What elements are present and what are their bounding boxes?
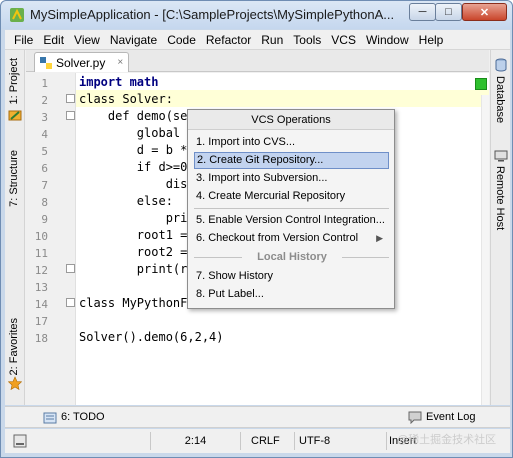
line-number: 1 [41,77,48,90]
popup-item-create-mercurial[interactable]: 4. Create Mercurial Repository [194,188,389,205]
title-bar: MySimpleApplication - [C:\SampleProjects… [1,1,512,29]
event-log-icon [408,411,422,424]
popup-item-checkout-label: 6. Checkout from Version Control [196,232,359,244]
tool-tab-structure[interactable]: 7: Structure [8,150,20,207]
line-number: 7 [41,179,48,192]
popup-separator [194,208,389,209]
file-tab-solver[interactable]: Solver.py × [34,52,129,72]
popup-item-show-history[interactable]: 7. Show History [194,268,389,285]
status-separator [141,432,151,450]
main-area: 1: Project 7: Structure 2: Favorites Sol… [5,50,510,405]
submenu-arrow-icon: ▶ [376,233,383,243]
code-text: import math [79,75,159,89]
popup-item-create-git[interactable]: 2. Create Git Repository... [194,152,389,169]
code-line: class Solver: [79,92,173,106]
code-line: else: [79,194,173,208]
line-number: 12 [34,264,48,277]
line-number: 6 [41,162,48,175]
inspection-ok-marker[interactable] [475,78,487,90]
popup-title: VCS Operations [188,110,394,130]
code-line: d = b * [79,143,188,157]
popup-item-import-cvs[interactable]: 1. Import into CVS... [194,134,389,151]
code-line: disc [79,177,195,191]
code-line: global d [79,126,195,140]
line-number: 11 [34,247,48,260]
menu-edit[interactable]: Edit [38,33,69,47]
remote-host-icon [494,150,508,162]
menu-run[interactable]: Run [256,33,288,47]
popup-item-enable-vcs[interactable]: 5. Enable Version Control Integration... [194,212,389,229]
line-number: 18 [34,332,48,345]
line-number: 2 [41,94,48,107]
app-logo-icon [10,8,24,22]
fold-icon[interactable] [66,111,75,120]
tool-tab-favorites[interactable]: 2: Favorites [8,318,20,375]
line-number: 8 [41,196,48,209]
tool-tab-database[interactable]: Database [494,76,506,123]
star-icon [8,376,22,390]
line-number: 3 [41,111,48,124]
bottom-tool-bar: 6: TODO Event Log [5,406,510,428]
left-tool-strip: 1: Project 7: Structure 2: Favorites [5,50,25,405]
line-number: 17 [34,315,48,328]
menu-window[interactable]: Window [361,33,414,47]
popup-item-checkout[interactable]: 6. Checkout from Version Control ▶ [194,230,389,247]
tool-tab-todo[interactable]: 6: TODO [61,411,105,423]
menu-bar: File Edit View Navigate Code Refactor Ru… [5,30,510,50]
vcs-operations-popup: VCS Operations 1. Import into CVS... 2. … [187,109,395,309]
close-tab-icon[interactable]: × [117,57,123,68]
popup-item-put-label[interactable]: 8. Put Label... [194,286,389,303]
code-line: root2 = [79,245,188,259]
status-encoding[interactable]: UTF-8 [295,432,387,450]
menu-view[interactable]: View [69,33,105,47]
python-file-icon [40,56,52,69]
menu-navigate[interactable]: Navigate [105,33,162,47]
code-line: root1 = [79,228,188,242]
close-button[interactable]: ✕ [462,3,507,21]
fold-icon[interactable] [66,264,75,273]
menu-file[interactable]: File [9,33,38,47]
popup-item-import-svn[interactable]: 3. Import into Subversion... [194,170,389,187]
line-number: 14 [34,298,48,311]
watermark: @稀土掘金技术社区 [397,434,497,446]
code-line: Solver().demo(6,2,4) [79,330,224,344]
code-line: def demo(sel [79,109,195,123]
right-tool-strip: Database Remote Host [490,50,510,405]
code-line: print(ro [79,262,195,276]
maximize-button[interactable]: □ [435,3,462,21]
code-line: if d>=0 [79,160,188,174]
menu-code[interactable]: Code [162,33,201,47]
tool-tab-project[interactable]: 1: Project [8,58,20,104]
database-icon [495,58,507,72]
editor-scrollbar[interactable] [481,95,489,405]
todo-icon [43,412,57,424]
menu-help[interactable]: Help [414,33,449,47]
minimize-button[interactable]: ─ [409,3,436,21]
popup-section-local-history: Local History [242,251,342,263]
editor-tab-row: Solver.py × [26,50,489,72]
status-line-separator[interactable]: CRLF [245,432,295,450]
line-number: 13 [34,281,48,294]
file-tab-label: Solver.py [56,55,106,70]
status-position[interactable]: 2:14 [151,432,241,450]
tool-tab-remote-host[interactable]: Remote Host [494,166,506,230]
menu-vcs[interactable]: VCS [326,33,361,47]
menu-tools[interactable]: Tools [288,33,326,47]
window-title: MySimpleApplication - [C:\SampleProjects… [30,7,395,22]
line-number: 5 [41,145,48,158]
code-line: prin [79,211,195,225]
code-line: import math [79,74,158,91]
expand-fold-icon[interactable] [66,298,75,307]
ide-window: MySimpleApplication - [C:\SampleProjects… [0,0,513,458]
fold-icon[interactable] [66,94,75,103]
line-number: 4 [41,128,48,141]
line-number: 9 [41,213,48,226]
menu-refactor[interactable]: Refactor [201,33,256,47]
tool-tab-event-log[interactable]: Event Log [426,411,476,423]
tool-windows-toggle-icon[interactable] [13,434,27,448]
project-tool-icon [8,110,22,121]
line-number: 10 [34,230,48,243]
